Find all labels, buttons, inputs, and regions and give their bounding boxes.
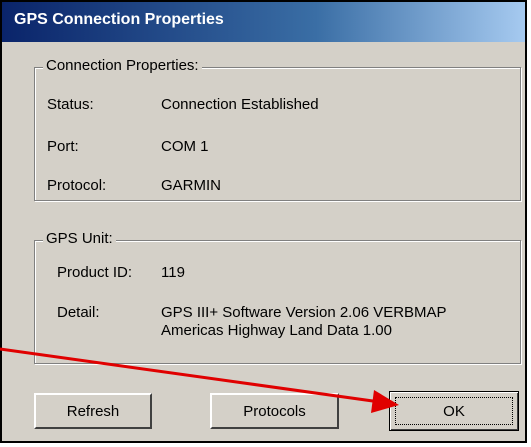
protocol-label: Protocol: xyxy=(47,177,107,194)
refresh-button[interactable]: Refresh xyxy=(34,393,152,429)
protocols-button-label: Protocols xyxy=(243,402,306,420)
detail-line-1: GPS III+ Software Version 2.06 VERBMAP xyxy=(161,304,447,321)
connection-properties-group: Connection Properties: Status: Connectio… xyxy=(34,57,521,201)
ok-button-label: OK xyxy=(443,402,465,420)
gps-connection-dialog: GPS Connection Properties Connection Pro… xyxy=(0,0,527,443)
status-label: Status: xyxy=(47,96,94,113)
gps-unit-legend: GPS Unit: xyxy=(43,230,116,247)
protocol-value: GARMIN xyxy=(161,177,221,194)
window-title: GPS Connection Properties xyxy=(14,11,224,28)
detail-label: Detail: xyxy=(57,304,100,321)
status-value: Connection Established xyxy=(161,96,319,113)
connection-properties-legend: Connection Properties: xyxy=(43,57,202,74)
product-id-value: 119 xyxy=(161,264,185,281)
product-id-label: Product ID: xyxy=(57,264,133,281)
protocols-button[interactable]: Protocols xyxy=(210,393,339,429)
detail-line-2: Americas Highway Land Data 1.00 xyxy=(161,322,392,339)
gps-unit-group: GPS Unit: Product ID: 119 Detail: GPS II… xyxy=(34,230,521,364)
ok-button[interactable]: OK xyxy=(389,391,519,431)
port-value: COM 1 xyxy=(161,138,209,155)
refresh-button-label: Refresh xyxy=(66,402,120,420)
title-bar[interactable]: GPS Connection Properties xyxy=(2,2,525,42)
port-label: Port: xyxy=(47,138,79,155)
